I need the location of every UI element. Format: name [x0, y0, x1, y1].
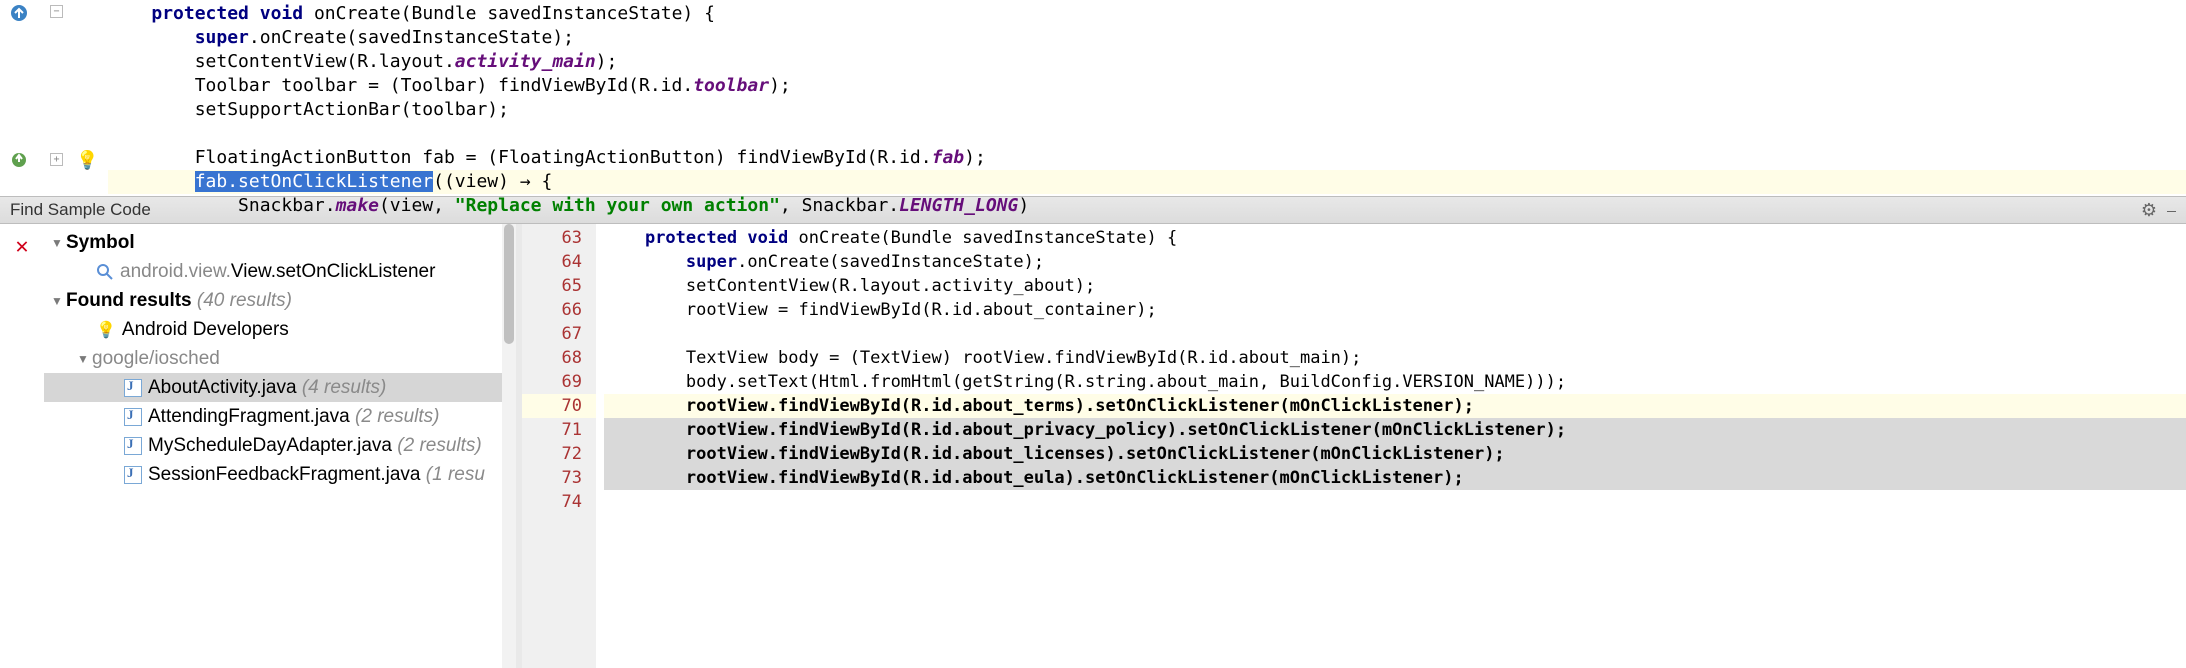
code-line: protected void onCreate(Bundle savedInst…	[604, 228, 1177, 248]
tree-file-schedule[interactable]: MyScheduleDayAdapter.java (2 results)	[44, 431, 516, 460]
file-name: AboutActivity.java	[148, 377, 297, 399]
tree-node-found[interactable]: ▼ Found results (40 results)	[44, 286, 516, 315]
keyword: protected	[151, 3, 249, 24]
fold-icon[interactable]: +	[50, 153, 63, 166]
code-line: body.setText(Html.fromHtml(getString(R.s…	[604, 372, 1566, 392]
modified-icon[interactable]	[10, 151, 28, 169]
code-line: rootView.findViewById(R.id.about_license…	[604, 442, 2186, 466]
package-prefix: android.view.	[120, 261, 231, 283]
java-file-icon	[124, 437, 142, 455]
code-line: super.onCreate(savedInstanceState);	[604, 252, 1044, 272]
chevron-down-icon[interactable]: ▼	[76, 352, 90, 366]
root: { "editor": { "lines": { "l1_pre": " ", …	[0, 0, 2186, 668]
tree-label: google/iosched	[92, 348, 220, 370]
result-count: (1 resu	[426, 464, 485, 486]
main-editor[interactable]: − + 💡 protected void onCreate(Bundle sav…	[0, 0, 2186, 196]
result-count: (2 results)	[355, 406, 439, 428]
tree-node-symbol-value[interactable]: android.view.View.setOnClickListener	[44, 257, 516, 286]
code-area[interactable]: protected void onCreate(Bundle savedInst…	[0, 0, 2186, 218]
file-name: MyScheduleDayAdapter.java	[148, 435, 392, 457]
tree-node-android-dev[interactable]: 💡 Android Developers	[44, 315, 516, 344]
code-line: rootView.findViewById(R.id.about_eula).s…	[604, 466, 2186, 490]
tree-node-iosched[interactable]: ▼ google/iosched	[44, 344, 516, 373]
sample-gutter: 636465666768697071727374	[522, 224, 596, 668]
tree-scrollbar[interactable]	[502, 224, 516, 668]
intention-bulb-icon[interactable]: 💡	[76, 150, 98, 171]
tree-node-symbol[interactable]: ▼ Symbol	[44, 228, 516, 257]
tree-label: Android Developers	[122, 319, 289, 341]
code-line: TextView body = (TextView) rootView.find…	[604, 348, 1361, 368]
tree-file-session[interactable]: SessionFeedbackFragment.java (1 resu	[44, 460, 516, 489]
java-file-icon	[124, 408, 142, 426]
sample-code-viewer[interactable]: 636465666768697071727374 protected void …	[522, 224, 2186, 668]
resource-ref: toolbar	[693, 75, 769, 96]
symbol-name: View.setOnClickListener	[231, 261, 436, 283]
chevron-down-icon[interactable]: ▼	[50, 294, 64, 308]
code-line: setContentView(R.layout.activity_about);	[604, 276, 1095, 296]
fold-icon[interactable]: −	[50, 5, 63, 18]
tree-label: Found results	[66, 290, 192, 312]
editor-gutter: − + 💡	[0, 0, 100, 196]
selection: fab.setOnClickListener	[195, 171, 433, 192]
results-tree[interactable]: ▼ Symbol android.view.View.setOnClickLis…	[44, 224, 522, 668]
java-file-icon	[124, 379, 142, 397]
result-count: (4 results)	[302, 377, 386, 399]
tree-label: Symbol	[66, 232, 135, 254]
current-line: fab.setOnClickListener((view) → {	[108, 170, 2186, 194]
resource-ref: activity_main	[455, 51, 596, 72]
chevron-down-icon[interactable]: ▼	[50, 236, 64, 250]
result-count: (40 results)	[197, 290, 292, 312]
resource-ref: fab	[932, 147, 965, 168]
bulb-icon: 💡	[96, 320, 116, 340]
scrollbar-thumb[interactable]	[504, 224, 514, 344]
close-icon[interactable]: ✕	[15, 234, 28, 668]
java-file-icon	[124, 466, 142, 484]
result-count: (2 results)	[397, 435, 481, 457]
override-icon[interactable]	[10, 4, 28, 22]
keyword: super	[195, 27, 249, 48]
file-name: AttendingFragment.java	[148, 406, 350, 428]
code-line: rootView.findViewById(R.id.about_privacy…	[604, 418, 2186, 442]
tree-file-about[interactable]: AboutActivity.java (4 results)	[44, 373, 516, 402]
file-name: SessionFeedbackFragment.java	[148, 464, 420, 486]
sample-code[interactable]: protected void onCreate(Bundle savedInst…	[596, 224, 2186, 668]
close-column: ✕	[0, 224, 44, 668]
code-line: rootView = findViewById(R.id.about_conta…	[604, 300, 1157, 320]
string-literal: "Replace with your own action"	[455, 195, 780, 216]
find-sample-code-panel: ✕ ▼ Symbol android.view.View.setOnClickL…	[0, 224, 2186, 668]
tree-file-attending[interactable]: AttendingFragment.java (2 results)	[44, 402, 516, 431]
code-text	[108, 3, 151, 24]
code-line: rootView.findViewById(R.id.about_terms).…	[604, 394, 2186, 418]
search-icon	[96, 263, 114, 281]
keyword: void	[260, 3, 303, 24]
